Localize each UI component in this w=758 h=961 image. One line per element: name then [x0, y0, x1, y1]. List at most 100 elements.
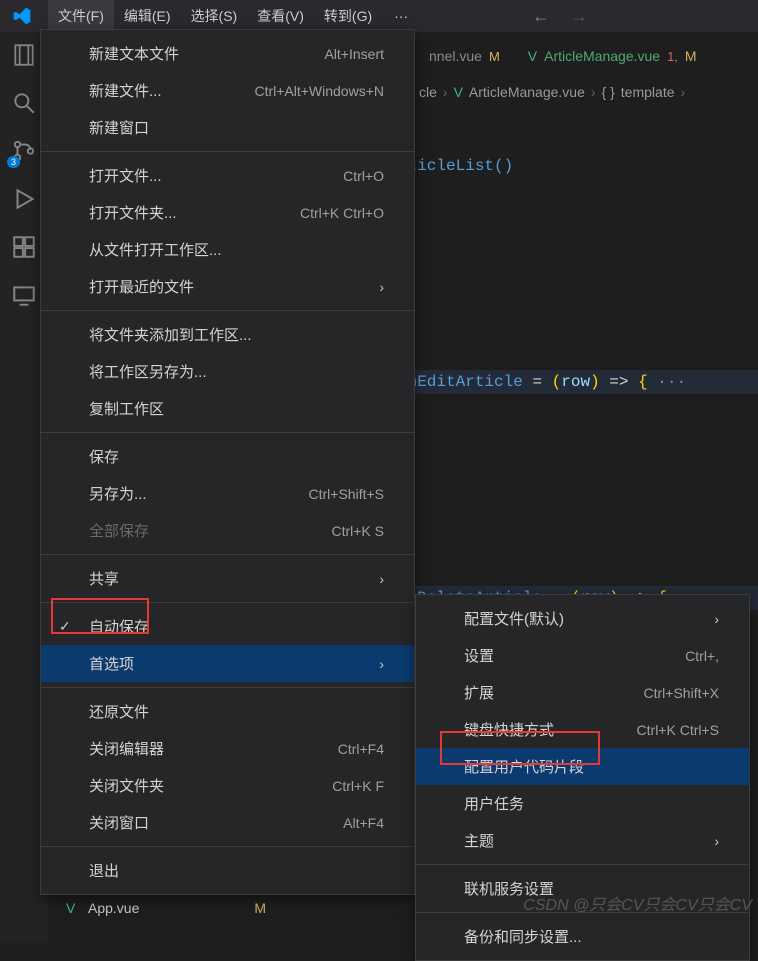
menu-item-label: 备份和同步设置...	[464, 926, 719, 947]
watermark: CSDN @只会CV只会CV只会CV	[523, 891, 752, 915]
menu-item[interactable]: 从文件打开工作区...	[41, 231, 414, 268]
remote-icon[interactable]	[11, 282, 37, 308]
tab-active[interactable]: V ArticleManage.vue 1, M	[514, 35, 711, 77]
menu-separator	[41, 602, 414, 603]
menu-item[interactable]: 打开文件夹...Ctrl+K Ctrl+O	[41, 194, 414, 231]
chevron-right-icon: ›	[379, 571, 384, 587]
tree-item[interactable]: VApp.vueM	[58, 897, 278, 919]
menu-item[interactable]: 打开最近的文件›	[41, 268, 414, 305]
menu-item[interactable]: 配置文件(默认)›	[416, 600, 749, 637]
menu-item[interactable]: 将文件夹添加到工作区...	[41, 316, 414, 353]
menu-item[interactable]: 备份和同步设置...	[416, 918, 749, 955]
menu-item-label: 复制工作区	[89, 398, 384, 419]
menu-item-label: 全部保存	[89, 520, 331, 541]
menu-item-label: 将工作区另存为...	[89, 361, 384, 382]
menu-item-label: 打开文件夹...	[89, 202, 300, 223]
menu-item[interactable]: 关闭窗口Alt+F4	[41, 804, 414, 841]
menu-item[interactable]: 将工作区另存为...	[41, 353, 414, 390]
menu-item[interactable]: ✓自动保存	[41, 608, 414, 645]
menu-item-label: 打开文件...	[89, 165, 343, 186]
menu-item[interactable]: 新建文本文件Alt+Insert	[41, 35, 414, 72]
menu-shortcut: Ctrl+F4	[338, 741, 384, 757]
menu-separator	[41, 554, 414, 555]
menu-item[interactable]: 关闭文件夹Ctrl+K F	[41, 767, 414, 804]
menu-item-label: 打开最近的文件	[89, 276, 379, 297]
menu-shortcut: Alt+Insert	[324, 46, 384, 62]
menu-shortcut: Ctrl+K Ctrl+S	[637, 722, 719, 738]
menu-item[interactable]: 共享›	[41, 560, 414, 597]
menu-view[interactable]: 查看(V)	[247, 0, 314, 32]
menu-item[interactable]: 新建窗口	[41, 109, 414, 146]
tab-inactive[interactable]: nnel.vue M	[415, 35, 514, 77]
menu-overflow-icon[interactable]: ···	[382, 2, 420, 30]
menu-item-label: 扩展	[464, 682, 644, 703]
menu-separator	[41, 432, 414, 433]
menu-item[interactable]: 新建文件...Ctrl+Alt+Windows+N	[41, 72, 414, 109]
menu-edit[interactable]: 编辑(E)	[114, 0, 181, 32]
menu-item-label: 共享	[89, 568, 379, 589]
menu-item[interactable]: 退出	[41, 852, 414, 889]
chevron-right-icon: ›	[714, 611, 719, 627]
scm-badge: 3	[7, 156, 20, 168]
file-menu-dropdown: 新建文本文件Alt+Insert新建文件...Ctrl+Alt+Windows+…	[40, 29, 415, 895]
menu-item[interactable]: 用户任务	[416, 785, 749, 822]
check-icon: ✓	[59, 618, 71, 635]
menu-item[interactable]: 首选项›	[41, 645, 414, 682]
menu-item[interactable]: 打开文件...Ctrl+O	[41, 157, 414, 194]
menu-item-label: 关闭窗口	[89, 812, 343, 833]
menu-item: 全部保存Ctrl+K S	[41, 512, 414, 549]
menu-item-label: 还原文件	[89, 701, 384, 722]
menu-item-label: 配置用户代码片段	[464, 756, 719, 777]
breadcrumb[interactable]: cle› V ArticleManage.vue› { } template›	[415, 78, 758, 106]
chevron-right-icon: ›	[714, 833, 719, 849]
menu-item[interactable]: 设置Ctrl+,	[416, 637, 749, 674]
menu-shortcut: Ctrl+,	[685, 648, 719, 664]
menu-item[interactable]: 复制工作区	[41, 390, 414, 427]
menu-file[interactable]: 文件(F)	[48, 0, 114, 32]
menu-item[interactable]: 保存	[41, 438, 414, 475]
menu-item-label: 主题	[464, 830, 714, 851]
menu-shortcut: Alt+F4	[343, 815, 384, 831]
explorer-icon[interactable]	[11, 42, 37, 68]
menu-item-label: 新建文本文件	[89, 43, 324, 64]
vscode-logo-icon	[12, 6, 32, 26]
menu-shortcut: Ctrl+K F	[332, 778, 384, 794]
search-icon[interactable]	[11, 90, 37, 116]
menu-shortcut: Ctrl+O	[343, 168, 384, 184]
menu-item-label: 退出	[89, 860, 384, 881]
menu-item-label: 首选项	[89, 653, 379, 674]
menu-select[interactable]: 选择(S)	[181, 0, 248, 32]
menu-shortcut: Ctrl+Alt+Windows+N	[254, 83, 384, 99]
menu-item[interactable]: 主题›	[416, 822, 749, 859]
menu-shortcut: Ctrl+Shift+S	[309, 486, 384, 502]
extensions-icon[interactable]	[11, 234, 37, 260]
menu-shortcut: Ctrl+Shift+X	[644, 685, 719, 701]
menu-item-label: 保存	[89, 446, 384, 467]
menu-item[interactable]: 配置用户代码片段	[416, 748, 749, 785]
menu-shortcut: Ctrl+K Ctrl+O	[300, 205, 384, 221]
menu-item[interactable]: 另存为...Ctrl+Shift+S	[41, 475, 414, 512]
menu-item[interactable]: 关闭编辑器Ctrl+F4	[41, 730, 414, 767]
menu-separator	[41, 846, 414, 847]
menu-shortcut: Ctrl+K S	[331, 523, 384, 539]
menu-item[interactable]: 扩展Ctrl+Shift+X	[416, 674, 749, 711]
chevron-right-icon: ›	[379, 656, 384, 672]
source-control-icon[interactable]: 3	[11, 138, 37, 164]
menu-item-label: 配置文件(默认)	[464, 608, 714, 629]
menu-item-label: 关闭编辑器	[89, 738, 338, 759]
menu-item[interactable]: 键盘快捷方式Ctrl+K Ctrl+S	[416, 711, 749, 748]
menu-item[interactable]: 还原文件	[41, 693, 414, 730]
vue-icon: V	[454, 84, 463, 100]
menu-go[interactable]: 转到(G)	[314, 0, 382, 32]
menu-item-label: 新建文件...	[89, 80, 254, 101]
menu-item-label: 另存为...	[89, 483, 309, 504]
nav-forward-icon[interactable]: →	[570, 6, 588, 27]
menu-item-label: 新建窗口	[89, 117, 384, 138]
chevron-right-icon: ›	[379, 279, 384, 295]
vue-icon: V	[66, 900, 82, 916]
menu-separator	[416, 864, 749, 865]
nav-back-icon[interactable]: ←	[532, 6, 550, 27]
menu-separator	[41, 310, 414, 311]
menu-separator	[41, 151, 414, 152]
run-debug-icon[interactable]	[11, 186, 37, 212]
